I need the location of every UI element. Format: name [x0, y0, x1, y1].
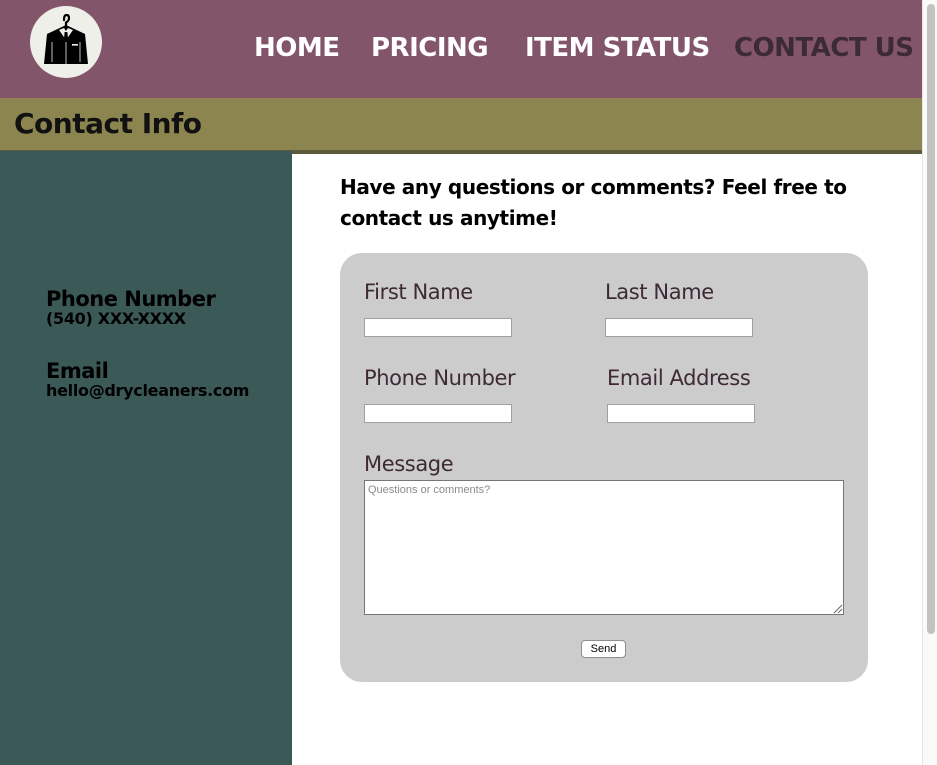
nav-item-status[interactable]: ITEM STATUS: [525, 30, 710, 66]
send-button[interactable]: Send: [581, 640, 626, 658]
message-label: Message: [364, 452, 454, 476]
first-name-field[interactable]: [364, 318, 512, 337]
contact-sidebar: Phone Number (540) XXX-XXXX Email hello@…: [0, 151, 292, 765]
nav-pricing[interactable]: PRICING: [371, 30, 489, 66]
resize-grip-icon[interactable]: [832, 603, 843, 614]
top-navbar: HOME PRICING ITEM STATUS CONTACT US: [0, 0, 922, 98]
nav-contact-us[interactable]: CONTACT US: [734, 30, 914, 66]
last-name-label: Last Name: [605, 280, 714, 304]
first-name-label: First Name: [364, 280, 473, 304]
nav-home[interactable]: HOME: [254, 30, 340, 66]
email-address-label: Email Address: [607, 366, 751, 390]
page-title: Contact Info: [14, 107, 202, 140]
last-name-field[interactable]: [605, 318, 753, 337]
contact-banner: Contact Info: [0, 98, 922, 154]
phone-value: (540) XXX-XXXX: [46, 309, 186, 328]
intro-text: Have any questions or comments? Feel fre…: [340, 175, 847, 230]
logo[interactable]: [30, 6, 102, 78]
suit-hanger-icon: [44, 13, 88, 64]
page-scrollbar[interactable]: [922, 0, 937, 765]
message-textarea[interactable]: [364, 480, 844, 615]
email-value: hello@drycleaners.com: [46, 381, 250, 400]
phone-number-field[interactable]: [364, 404, 512, 423]
phone-number-label: Phone Number: [364, 366, 516, 390]
scrollbar-thumb[interactable]: [927, 4, 935, 634]
email-address-field[interactable]: [607, 404, 755, 423]
